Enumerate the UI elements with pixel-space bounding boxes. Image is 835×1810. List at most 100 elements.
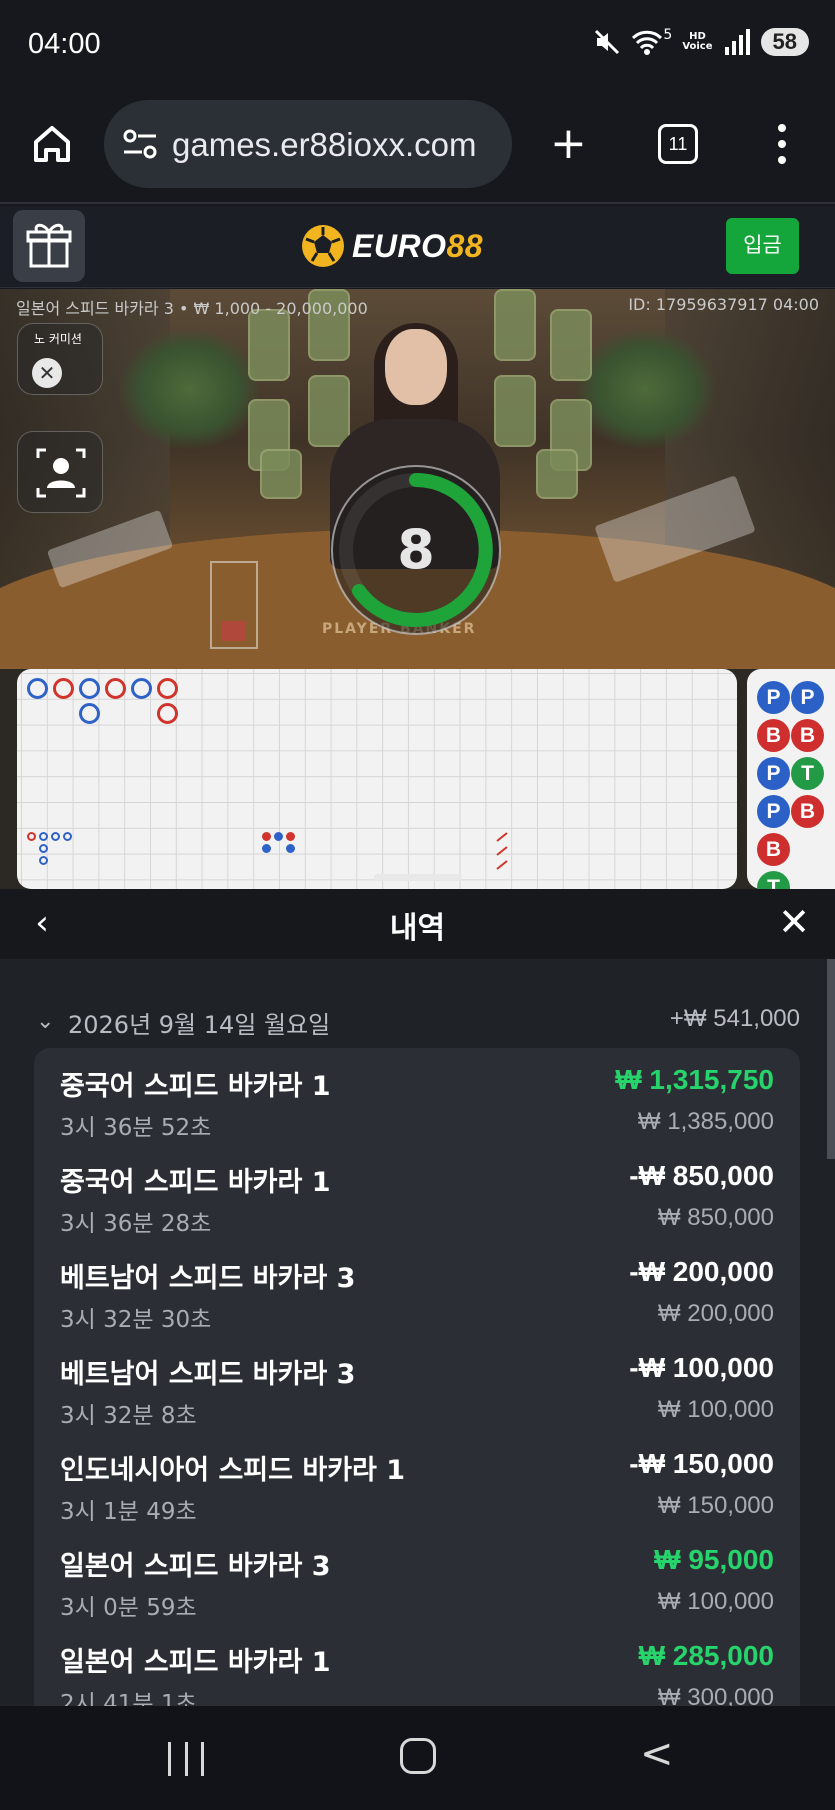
bet-row[interactable]: 중국어 스피드 바카라 1 3시 36분 52초 ₩ 1,315,750 ₩ 1,38… — [60, 1056, 774, 1152]
close-circle-icon[interactable]: ✕ — [32, 358, 62, 388]
status-bar: 04:00 5 HD Voice 58 — [0, 0, 835, 92]
more-menu-icon[interactable] — [770, 120, 794, 168]
bet-stake: ₩ 100,000 — [657, 1396, 774, 1423]
bet-time: 3시 0분 59초 — [60, 1595, 197, 1621]
bet-time: 3시 32분 30초 — [60, 1307, 212, 1333]
countdown-timer: 8 — [331, 465, 501, 635]
bead-p: P — [757, 757, 790, 790]
euro88-logo[interactable]: EURO88 — [300, 216, 483, 276]
bet-stake: ₩ 1,385,000 — [637, 1108, 774, 1135]
tab-switcher-button[interactable]: 11 — [658, 124, 698, 164]
bet-stake: ₩ 300,000 — [657, 1684, 774, 1706]
status-icons: 5 HD Voice 58 — [593, 27, 809, 56]
bet-time: 3시 36분 52초 — [60, 1115, 212, 1141]
network-type: 5 — [663, 27, 673, 43]
date-total: +₩ 541,000 — [669, 1005, 800, 1032]
bet-result: ₩ 95,000 — [654, 1544, 774, 1575]
logo-text-accent: 88 — [446, 227, 484, 264]
gift-button[interactable] — [13, 210, 85, 282]
user-icon — [36, 448, 86, 498]
bet-row[interactable]: 일본어 스피드 바카라 1 2시 41분 1초 ₩ 285,000 ₩ 300,000 — [60, 1632, 774, 1706]
status-time: 04:00 — [28, 28, 101, 60]
bet-game-name: 베트남어 스피드 바카라 3 — [60, 1263, 356, 1294]
date-group-header[interactable]: ⌄ 2026년 9월 14일 월요일 +₩ 541,000 — [36, 1005, 800, 1045]
home-icon[interactable] — [30, 122, 74, 166]
signal-icon — [724, 29, 750, 55]
bead-b: B — [757, 719, 790, 752]
bead-road[interactable]: PPBBPTPBBT — [747, 669, 835, 904]
timer-value: 8 — [397, 518, 435, 581]
bead-p: P — [757, 795, 790, 828]
site-header: EURO88 입금 — [0, 206, 835, 288]
game-id: ID: 17959637917 04:00 — [628, 295, 819, 314]
no-commission-label: 노 커미션 — [34, 332, 82, 346]
home-circle-icon[interactable] — [400, 1738, 436, 1774]
deposit-button[interactable]: 입금 — [726, 218, 799, 274]
bet-result: -₩ 850,000 — [629, 1160, 774, 1191]
user-frame-button[interactable] — [17, 431, 103, 513]
logo-text-main: EURO — [352, 227, 447, 264]
date-label: 2026년 9월 14일 월요일 — [68, 1011, 331, 1039]
bet-game-name: 일본어 스피드 바카라 3 — [60, 1551, 331, 1582]
big-road[interactable] — [17, 669, 737, 889]
bead-t: T — [791, 757, 824, 790]
live-video: PLAYER BANKER 일본어 스피드 바카라 3 • ₩ 1,000 - … — [0, 289, 835, 669]
sheet-drag-handle[interactable] — [374, 874, 462, 881]
site-settings-icon[interactable] — [122, 128, 158, 160]
bead-b: B — [791, 795, 824, 828]
bet-result: ₩ 285,000 — [638, 1640, 774, 1671]
bet-time: 3시 1분 49초 — [60, 1499, 197, 1525]
history-sheet: ‹ 내역 ✕ ⌄ 2026년 9월 14일 월요일 +₩ 541,000 중국어… — [0, 889, 835, 1706]
bet-stake: ₩ 200,000 — [657, 1300, 774, 1327]
bet-game-name: 일본어 스피드 바카라 1 — [60, 1647, 331, 1678]
bet-stake: ₩ 850,000 — [657, 1204, 774, 1231]
soccer-ball-icon — [302, 225, 344, 267]
bet-game-name: 베트남어 스피드 바카라 3 — [60, 1359, 356, 1390]
sheet-title: 내역 — [389, 911, 446, 946]
recent-apps-icon[interactable] — [168, 1742, 204, 1776]
bet-row[interactable]: 베트남어 스피드 바카라 3 3시 32분 8초 -₩ 100,000 ₩ 100,0… — [60, 1344, 774, 1440]
mute-icon — [595, 29, 620, 55]
table-info: 일본어 스피드 바카라 3 • ₩ 1,000 - 20,000,000 — [16, 299, 368, 318]
hd-voice-icon: HD Voice — [682, 31, 713, 52]
new-tab-icon[interactable]: + — [550, 122, 587, 166]
bet-time: 2시 41분 1초 — [60, 1691, 197, 1706]
bets-list: 중국어 스피드 바카라 1 3시 36분 52초 ₩ 1,315,750 ₩ 1,38… — [34, 1048, 800, 1706]
close-icon[interactable]: ✕ — [771, 899, 817, 945]
bet-stake: ₩ 150,000 — [657, 1492, 774, 1519]
system-nav-bar: < — [0, 1706, 835, 1810]
bet-result: ₩ 1,315,750 — [615, 1064, 774, 1095]
bet-result: -₩ 100,000 — [629, 1352, 774, 1383]
bonsai-left — [120, 329, 260, 449]
address-bar[interactable]: games.er88ioxx.com — [104, 100, 512, 188]
bet-row[interactable]: 중국어 스피드 바카라 1 3시 36분 28초 -₩ 850,000 ₩ 850,0… — [60, 1152, 774, 1248]
bet-game-name: 중국어 스피드 바카라 1 — [60, 1167, 331, 1198]
gift-icon — [26, 223, 72, 268]
cockroach-road-marks — [496, 832, 508, 870]
wifi-icon — [632, 30, 663, 55]
bet-row[interactable]: 인도네시아어 스피드 바카라 1 3시 1분 49초 -₩ 150,000 ₩ 150… — [60, 1440, 774, 1536]
browser-toolbar: games.er88ioxx.com + 11 — [0, 92, 835, 204]
scrollbar[interactable] — [827, 959, 835, 1159]
bead-b: B — [757, 833, 790, 866]
bet-game-name: 인도네시아어 스피드 바카라 1 — [60, 1455, 406, 1486]
bet-row[interactable]: 일본어 스피드 바카라 3 3시 0분 59초 ₩ 95,000 ₩ 100,000 — [60, 1536, 774, 1632]
url-text[interactable]: games.er88ioxx.com — [172, 126, 502, 164]
back-icon[interactable]: < — [640, 1734, 674, 1774]
bet-result: -₩ 200,000 — [629, 1256, 774, 1287]
bet-result: -₩ 150,000 — [629, 1448, 774, 1479]
bead-b: B — [791, 719, 824, 752]
chevron-down-icon[interactable]: ⌄ — [36, 1009, 54, 1034]
bet-time: 3시 32분 8초 — [60, 1403, 197, 1429]
sheet-header: ‹ 내역 ✕ — [0, 889, 835, 959]
bead-p: P — [791, 681, 824, 714]
bet-time: 3시 36분 28초 — [60, 1211, 212, 1237]
bet-game-name: 중국어 스피드 바카라 1 — [60, 1071, 331, 1102]
card-holder — [210, 561, 258, 649]
battery-icon: 58 — [760, 28, 809, 56]
bet-stake: ₩ 100,000 — [657, 1588, 774, 1615]
bet-row[interactable]: 베트남어 스피드 바카라 3 3시 32분 30초 -₩ 200,000 ₩ 200,… — [60, 1248, 774, 1344]
bead-p: P — [757, 681, 790, 714]
roadmap-area: PPBBPTPBBT — [0, 669, 835, 904]
no-commission-toggle[interactable]: 노 커미션 ✕ — [17, 323, 103, 395]
